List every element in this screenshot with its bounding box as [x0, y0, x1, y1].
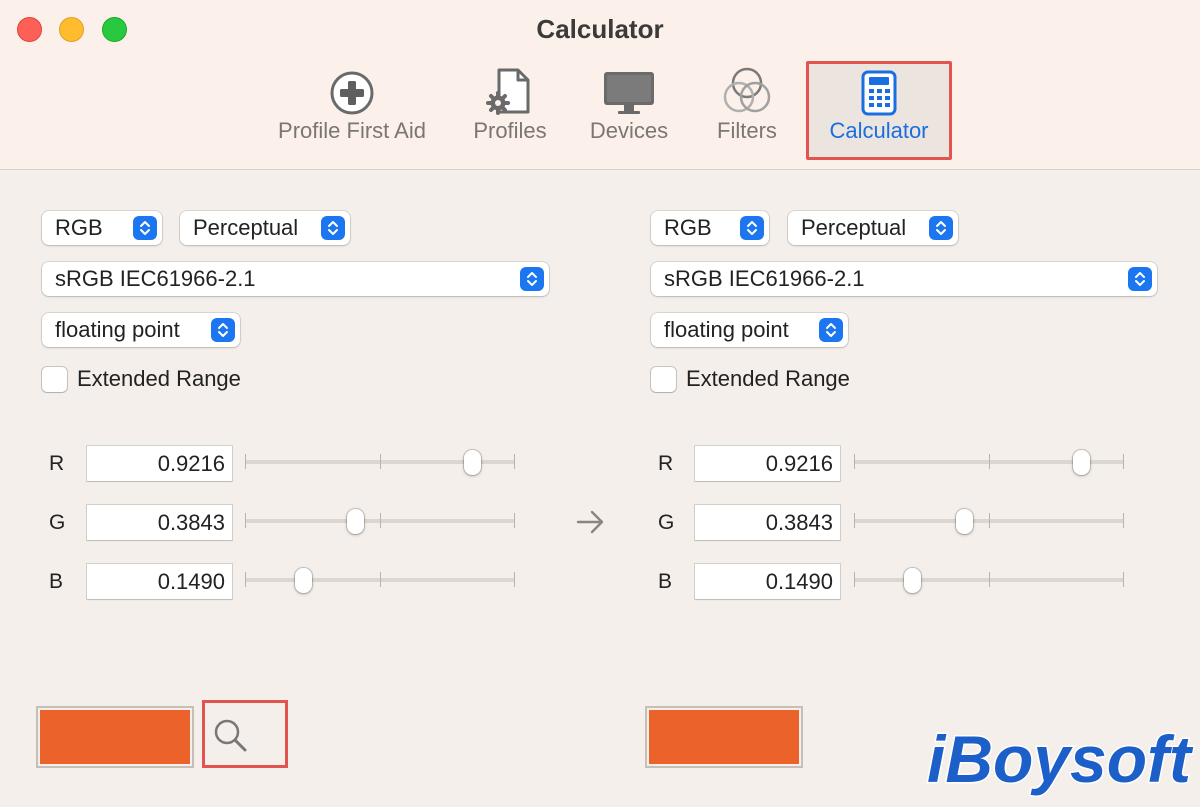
popup-value: sRGB IEC61966-2.1 — [55, 266, 256, 291]
destination-rendering-intent-popup[interactable]: Perceptual — [788, 211, 958, 245]
destination-channel-label-g: G — [658, 511, 675, 534]
source-color-swatch[interactable] — [36, 706, 194, 768]
source-channel-slider-b[interactable] — [245, 565, 515, 595]
arrow-right-icon — [576, 510, 604, 534]
checkbox-label: Extended Range — [686, 366, 850, 391]
slider-tick — [989, 572, 990, 587]
slider-tick — [989, 454, 990, 469]
popup-value: RGB — [664, 215, 712, 240]
destination-extended-range-checkbox[interactable] — [651, 366, 676, 392]
source-channel-slider-g[interactable] — [245, 506, 515, 536]
slider-knob[interactable] — [295, 568, 312, 593]
popup-stepper-icon — [740, 216, 764, 240]
destination-profile-popup[interactable]: sRGB IEC61966-2.1 — [651, 262, 1157, 296]
destination-channel-slider-g[interactable] — [854, 506, 1124, 536]
slider-tick — [989, 513, 990, 528]
slider-knob[interactable] — [956, 509, 973, 534]
popup-value: Perceptual — [193, 215, 299, 240]
popup-stepper-icon — [1128, 267, 1152, 291]
calculator-icon — [861, 70, 897, 116]
document-gear-icon — [486, 68, 530, 115]
source-channel-slider-r[interactable] — [245, 447, 515, 477]
toolbar-item-calculator[interactable]: Calculator — [812, 66, 946, 144]
slider-tick — [245, 454, 246, 469]
swatch-fill — [40, 710, 190, 764]
colorsync-utility-window: Calculator Profile First Aid Profiles De… — [0, 0, 1200, 807]
destination-color-swatch[interactable] — [645, 706, 803, 768]
swatch-fill — [649, 710, 799, 764]
source-channel-value-b[interactable]: 0.1490 — [87, 564, 232, 599]
slider-tick — [1123, 513, 1124, 528]
popup-value: RGB — [55, 215, 103, 240]
popup-stepper-icon — [321, 216, 345, 240]
toolbar-item-label: Filters — [717, 118, 777, 143]
popup-value: Perceptual — [801, 215, 907, 240]
source-channel-value-r[interactable]: 0.9216 — [87, 446, 232, 481]
color-picker-button[interactable] — [202, 700, 288, 768]
source-channel-label-r: R — [49, 452, 65, 475]
slider-knob[interactable] — [1073, 450, 1090, 475]
window-title: Calculator — [536, 14, 664, 44]
slider-knob[interactable] — [347, 509, 364, 534]
toolbar-item-filters[interactable]: Filters — [706, 66, 788, 144]
destination-color-model-popup[interactable]: RGB — [651, 211, 769, 245]
popup-value: floating point — [664, 317, 789, 342]
slider-knob[interactable] — [464, 450, 481, 475]
slider-tick — [1123, 572, 1124, 587]
slider-tick — [514, 572, 515, 587]
popup-stepper-icon — [929, 216, 953, 240]
toolbar: Calculator Profile First Aid Profiles De… — [0, 0, 1200, 170]
slider-tick — [380, 572, 381, 587]
slider-tick — [1123, 454, 1124, 469]
slider-tick — [380, 513, 381, 528]
slider-knob[interactable] — [904, 568, 921, 593]
source-color-model-popup[interactable]: RGB — [42, 211, 162, 245]
toolbar-item-label: Profiles — [473, 118, 547, 143]
toolbar-item-label: Profile First Aid — [278, 118, 426, 143]
slider-tick — [854, 454, 855, 469]
source-extended-range-checkbox[interactable] — [42, 366, 67, 392]
destination-channel-value-r[interactable]: 0.9216 — [695, 446, 840, 481]
slider-tick — [854, 513, 855, 528]
iboysoft-watermark-logo: iBoysoft — [926, 721, 1196, 798]
destination-channel-value-b[interactable]: 0.1490 — [695, 564, 840, 599]
popup-stepper-icon — [133, 216, 157, 240]
popup-value: floating point — [55, 317, 180, 342]
toolbar-item-profiles[interactable]: Profiles — [465, 66, 555, 144]
source-profile-popup[interactable]: sRGB IEC61966-2.1 — [42, 262, 549, 296]
destination-channel-label-b: B — [658, 570, 673, 593]
toolbar-item-label: Devices — [589, 118, 669, 143]
slider-tick — [380, 454, 381, 469]
slider-tick — [245, 572, 246, 587]
slider-tick — [514, 454, 515, 469]
source-channel-label-g: G — [49, 511, 66, 534]
popup-value: sRGB IEC61966-2.1 — [664, 266, 865, 291]
source-number-format-popup[interactable]: floating point — [42, 313, 240, 347]
destination-channel-slider-r[interactable] — [854, 447, 1124, 477]
source-rendering-intent-popup[interactable]: Perceptual — [180, 211, 350, 245]
checkbox-label: Extended Range — [77, 366, 241, 391]
toolbar-item-label: Calculator — [829, 118, 929, 143]
slider-tick — [514, 513, 515, 528]
destination-channel-slider-b[interactable] — [854, 565, 1124, 595]
popup-stepper-icon — [211, 318, 235, 342]
circles-icon — [723, 67, 771, 113]
plus-circle-icon — [330, 71, 374, 115]
slider-tick — [245, 513, 246, 528]
toolbar-item-devices[interactable]: Devices — [583, 66, 675, 144]
destination-channel-value-g[interactable]: 0.3843 — [695, 505, 840, 540]
popup-stepper-icon — [819, 318, 843, 342]
popup-stepper-icon — [520, 267, 544, 291]
source-channel-value-g[interactable]: 0.3843 — [87, 505, 232, 540]
source-extended-range-row: Extended Range — [42, 366, 241, 392]
source-channel-label-b: B — [49, 570, 64, 593]
monitor-icon — [604, 72, 654, 114]
slider-tick — [854, 572, 855, 587]
destination-number-format-popup[interactable]: floating point — [651, 313, 848, 347]
magnifier-icon — [214, 719, 247, 752]
toolbar-item-profile-first-aid[interactable]: Profile First Aid — [266, 66, 438, 144]
destination-extended-range-row: Extended Range — [651, 366, 850, 392]
destination-channel-label-r: R — [658, 452, 674, 475]
watermark-text: iBoysoft — [927, 722, 1194, 796]
